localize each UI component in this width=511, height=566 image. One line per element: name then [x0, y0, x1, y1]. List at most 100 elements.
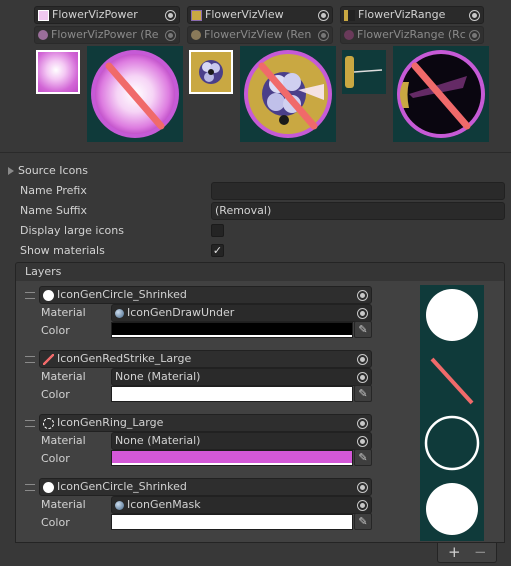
- layer-preview-column: [420, 285, 484, 541]
- object-picker-icon[interactable]: [469, 30, 480, 41]
- color-label: Color: [41, 324, 70, 337]
- material-sphere-icon: [115, 308, 124, 318]
- object-picker-icon[interactable]: [165, 30, 176, 41]
- layer-3-name: IconGenRing_Large: [57, 416, 164, 429]
- layer-1-preview: [426, 289, 478, 341]
- object-picker-icon[interactable]: [318, 10, 329, 21]
- remove-layer-button[interactable]: −: [474, 543, 487, 561]
- object-picker-icon[interactable]: [357, 354, 368, 365]
- layer-4-color-swatch[interactable]: [111, 514, 353, 530]
- layer-3-preview: [424, 415, 480, 471]
- object-picker-icon[interactable]: [469, 10, 480, 21]
- texture-icon: [344, 9, 355, 21]
- color-label: Color: [41, 452, 70, 465]
- eyedropper-icon[interactable]: ✎: [354, 321, 372, 338]
- drag-handle-icon[interactable]: [25, 292, 35, 299]
- layer-3-color-swatch[interactable]: [111, 450, 353, 466]
- material-label: Material: [41, 434, 86, 447]
- divider: [0, 152, 511, 153]
- target-field-3[interactable]: FlowerVizRange: [340, 6, 484, 24]
- layer-3-material: None (Material): [115, 434, 201, 447]
- power-large-preview: [87, 46, 183, 142]
- target-name-3: FlowerVizRange: [358, 8, 446, 21]
- layers-header: Layers: [15, 262, 505, 282]
- display-large-icons-label: Display large icons: [20, 224, 124, 237]
- show-materials-checkbox[interactable]: ✓: [211, 244, 224, 257]
- eyedropper-icon[interactable]: ✎: [354, 513, 372, 530]
- removal-name-3: FlowerVizRange (Rc: [357, 28, 466, 41]
- layer-4-material-field[interactable]: IconGenMask: [111, 496, 372, 514]
- object-picker-icon[interactable]: [357, 290, 368, 301]
- removal-field-3[interactable]: FlowerVizRange (Rc: [340, 26, 484, 44]
- add-layer-button[interactable]: +: [448, 543, 461, 561]
- checkmark-icon: ✓: [212, 244, 223, 257]
- display-large-icons-checkbox[interactable]: [211, 224, 224, 237]
- material-label: Material: [41, 498, 86, 511]
- material-label: Material: [41, 306, 86, 319]
- object-picker-icon[interactable]: [357, 436, 368, 447]
- add-remove-footer: + −: [437, 543, 497, 563]
- drag-handle-icon[interactable]: [25, 484, 35, 491]
- layer-1-field[interactable]: IconGenCircle_Shrinked: [39, 286, 372, 304]
- layer-3-material-field[interactable]: None (Material): [111, 432, 372, 450]
- material-label: Material: [41, 370, 86, 383]
- layer-3-field[interactable]: IconGenRing_Large: [39, 414, 372, 432]
- removal-icon: [344, 30, 354, 40]
- source-icons-label: Source Icons: [18, 164, 89, 177]
- range-small-preview: [342, 50, 386, 94]
- red-strike-icon: [43, 353, 54, 365]
- layer-1-material-field[interactable]: IconGenDrawUnder: [111, 304, 372, 322]
- target-name-1: FlowerVizPower: [52, 8, 138, 21]
- drag-handle-icon[interactable]: [25, 420, 35, 427]
- material-sphere-icon: [115, 500, 124, 510]
- object-picker-icon[interactable]: [357, 372, 368, 383]
- removal-icon: [191, 30, 201, 40]
- layer-4-field[interactable]: IconGenCircle_Shrinked: [39, 478, 372, 496]
- ring-icon: [43, 417, 54, 429]
- removal-name-2: FlowerVizView (Ren: [204, 28, 312, 41]
- range-large-preview: [393, 46, 489, 142]
- object-picker-icon[interactable]: [357, 418, 368, 429]
- target-field-1[interactable]: FlowerVizPower: [34, 6, 180, 24]
- layer-2-material-field[interactable]: None (Material): [111, 368, 372, 386]
- name-prefix-input[interactable]: [211, 182, 505, 200]
- removal-icon: [38, 30, 48, 40]
- name-suffix-label: Name Suffix: [20, 204, 88, 217]
- show-materials-label: Show materials: [20, 244, 105, 257]
- removal-name-1: FlowerVizPower (Re: [51, 28, 159, 41]
- object-picker-icon[interactable]: [165, 10, 176, 21]
- layer-4-preview: [426, 483, 478, 535]
- layer-4-name: IconGenCircle_Shrinked: [57, 480, 187, 493]
- drag-handle-icon[interactable]: [25, 356, 35, 363]
- removal-field-1[interactable]: FlowerVizPower (Re: [34, 26, 180, 44]
- object-picker-icon[interactable]: [318, 30, 329, 41]
- color-label: Color: [41, 388, 70, 401]
- power-small-preview: [36, 50, 80, 94]
- color-label: Color: [41, 516, 70, 529]
- texture-icon: [191, 9, 202, 21]
- object-picker-icon[interactable]: [357, 500, 368, 511]
- object-picker-icon[interactable]: [357, 308, 368, 319]
- source-icons-foldout[interactable]: Source Icons: [8, 164, 88, 177]
- name-prefix-label: Name Prefix: [20, 184, 87, 197]
- eyedropper-icon[interactable]: ✎: [354, 385, 372, 402]
- layer-2-material: None (Material): [115, 370, 201, 383]
- removal-field-2[interactable]: FlowerVizView (Ren: [187, 26, 333, 44]
- layer-1-color-swatch[interactable]: [111, 322, 353, 338]
- target-field-2[interactable]: FlowerVizView: [187, 6, 333, 24]
- foldout-arrow-icon: [8, 167, 14, 175]
- target-name-2: FlowerVizView: [205, 8, 284, 21]
- layer-2-name: IconGenRedStrike_Large: [57, 352, 192, 365]
- name-suffix-input[interactable]: (Removal): [211, 202, 505, 220]
- layer-4-material: IconGenMask: [127, 498, 201, 511]
- layer-2-color-swatch[interactable]: [111, 386, 353, 402]
- layers-header-label: Layers: [25, 265, 62, 278]
- eyedropper-icon[interactable]: ✎: [354, 449, 372, 466]
- white-circle-icon: [43, 481, 54, 493]
- view-small-preview: [189, 50, 233, 94]
- white-circle-icon: [43, 289, 54, 301]
- object-picker-icon[interactable]: [357, 482, 368, 493]
- layer-2-field[interactable]: IconGenRedStrike_Large: [39, 350, 372, 368]
- texture-icon: [38, 9, 49, 21]
- layer-1-material: IconGenDrawUnder: [127, 306, 235, 319]
